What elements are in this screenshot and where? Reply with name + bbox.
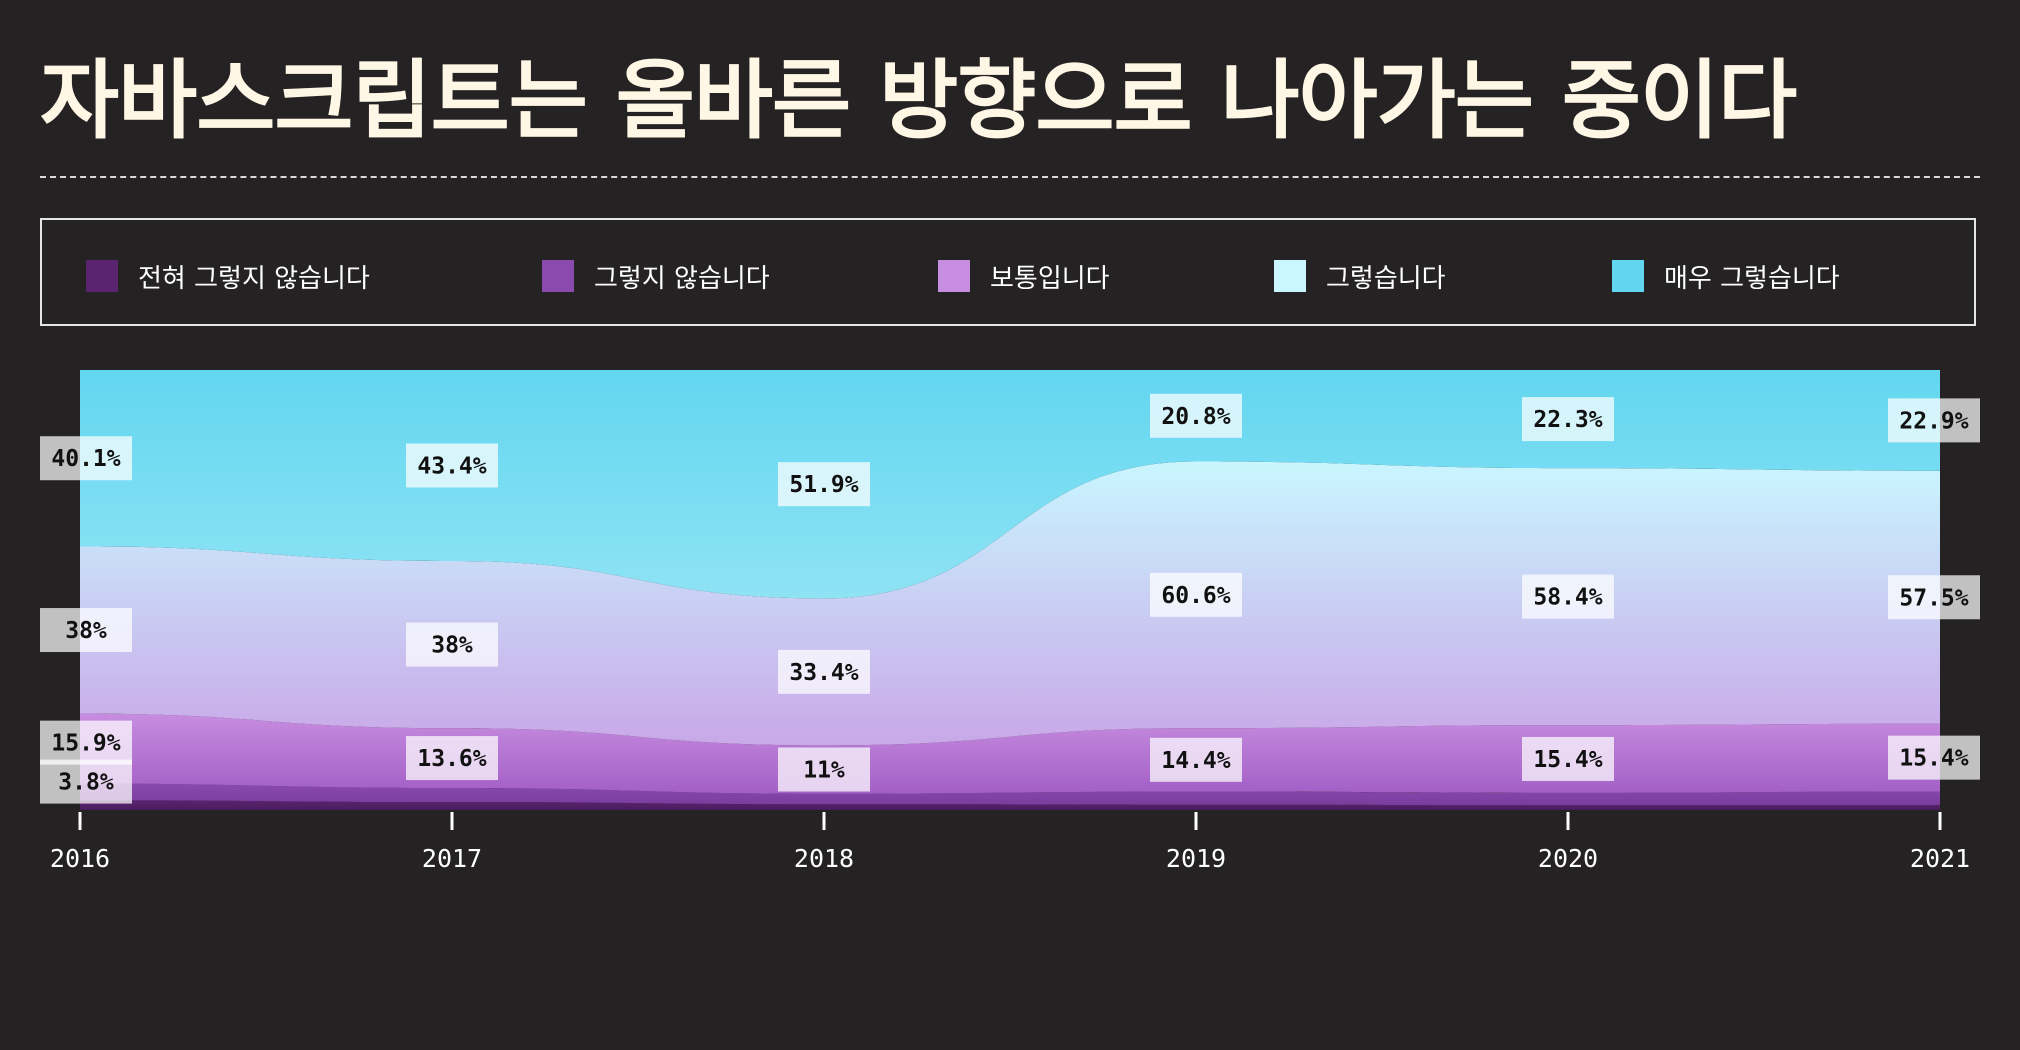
data-label-text: 20.8% (1161, 404, 1230, 430)
data-label-text: 40.1% (51, 446, 120, 472)
data-label-disagree: 3.8% (40, 759, 132, 804)
data-label-text: 14.4% (1161, 748, 1230, 774)
data-label-neutral: 15.4% (1522, 736, 1614, 781)
data-label-text: 58.4% (1533, 585, 1602, 611)
data-label-text: 15.9% (51, 731, 120, 757)
area-layers (80, 370, 1940, 810)
data-label-text: 60.6% (1161, 583, 1230, 609)
data-label-strongly-agree: 22.9% (1888, 398, 1980, 443)
data-label-text: 57.5% (1899, 585, 1968, 611)
data-label-agree: 38% (40, 608, 132, 653)
data-label-text: 38% (431, 633, 473, 659)
data-label-text: 38% (65, 618, 107, 644)
data-label-text: 22.3% (1533, 407, 1602, 433)
data-label-text: 51.9% (789, 472, 858, 498)
x-tick-label: 2018 (794, 844, 854, 873)
data-label-agree: 60.6% (1150, 572, 1242, 617)
data-label-text: 22.9% (1899, 408, 1968, 434)
data-label-neutral: 14.4% (1150, 737, 1242, 782)
x-tick-label: 2019 (1166, 844, 1226, 873)
data-label-text: 3.8% (58, 770, 114, 796)
data-label-text: 33.4% (789, 660, 858, 686)
data-label-text: 43.4% (417, 453, 486, 479)
data-label-agree: 33.4% (778, 649, 870, 694)
data-label-text: 15.4% (1533, 747, 1602, 773)
data-label-agree: 57.5% (1888, 575, 1980, 620)
data-label-agree: 58.4% (1522, 574, 1614, 619)
data-label-strongly-agree: 43.4% (406, 443, 498, 488)
data-label-agree: 38% (406, 622, 498, 667)
data-label-text: 13.6% (417, 746, 486, 772)
data-label-strongly-agree: 51.9% (778, 462, 870, 507)
stacked-area-chart: 2016 2017 2018 2019 2020 2021 3.8% 15.9% 13.6% 1… (40, 370, 1980, 873)
x-tick-label: 2017 (422, 844, 482, 873)
data-label-strongly-agree: 40.1% (40, 436, 132, 481)
x-tick-label: 2020 (1538, 844, 1598, 873)
x-tick-label: 2021 (1910, 844, 1970, 873)
data-label-strongly-agree: 22.3% (1522, 397, 1614, 442)
data-label-neutral: 13.6% (406, 736, 498, 781)
data-label-text: 11% (803, 758, 845, 784)
data-label-neutral: 15.9% (40, 720, 132, 765)
data-label-neutral: 15.4% (1888, 735, 1980, 780)
data-label-strongly-agree: 20.8% (1150, 393, 1242, 438)
x-axis: 2016 2017 2018 2019 2020 2021 (50, 812, 1970, 873)
x-tick-label: 2016 (50, 844, 110, 873)
data-label-neutral: 11% (778, 747, 870, 792)
data-label-text: 15.4% (1899, 746, 1968, 772)
